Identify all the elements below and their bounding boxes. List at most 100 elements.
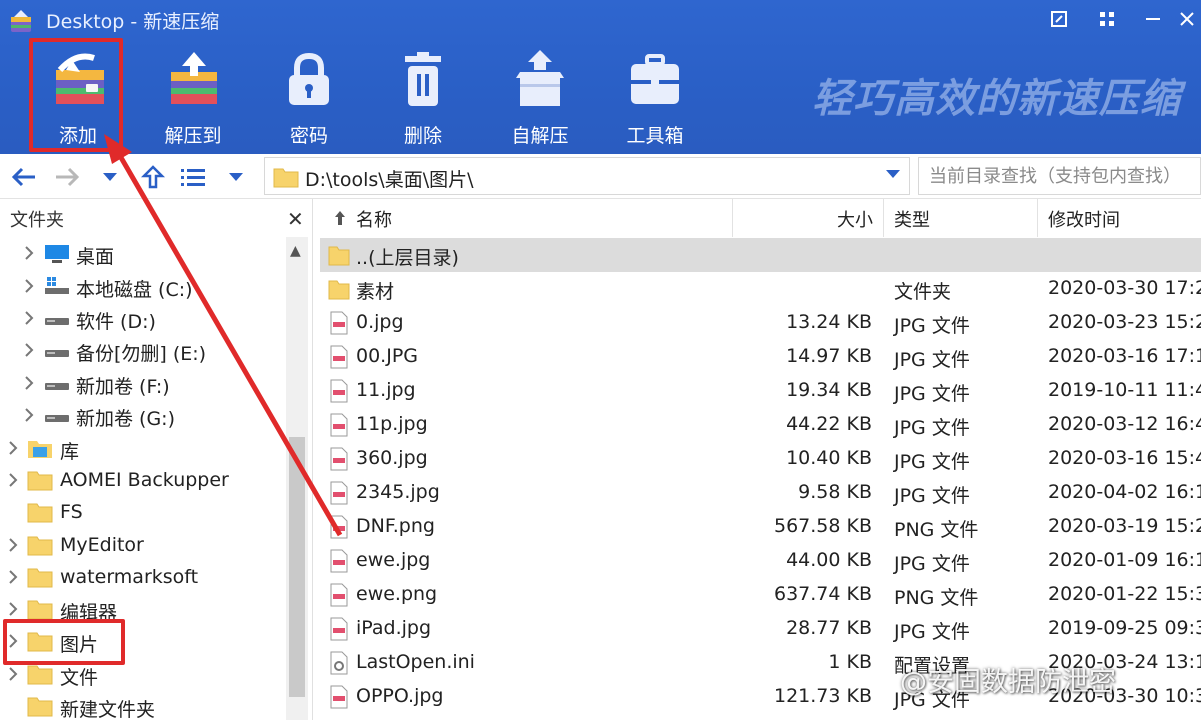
tree-item-new-folder[interactable]: 新建文件夹 [0,691,284,720]
tree-item-myeditor[interactable]: MyEditor [0,530,284,562]
tree-item-watermarksoft[interactable]: watermarksoft [0,562,284,594]
file-name: ..(上层目录) [356,247,459,269]
file-row[interactable]: ewe.png 637.74 KB PNG 文件 2020-01-22 15:3 [320,578,1201,612]
add-button[interactable]: 添加 [33,48,123,148]
view-dropdown-icon[interactable] [221,162,251,192]
history-dropdown-icon[interactable] [95,162,125,192]
file-row[interactable]: 2345.jpg 9.58 KB JPG 文件 2020-04-02 16:1 [320,476,1201,510]
file-name: 0.jpg [356,311,404,333]
grid-menu-icon[interactable] [1096,8,1118,30]
image-file-icon [330,447,348,471]
chevron-right-icon[interactable] [22,277,36,295]
folder-icon [27,665,53,685]
tree-item-editor[interactable]: 编辑器 [0,594,284,626]
file-row[interactable]: 360.jpg 10.40 KB JPG 文件 2020-03-16 15:4 [320,442,1201,476]
address-toolbar: D:\tools\桌面\图片\ [0,154,1201,199]
file-type: JPG 文件 [894,553,970,575]
file-modified: 2020-01-22 15:3 [1048,583,1201,605]
tree-item-fs[interactable]: FS [0,497,284,529]
tree-item-library[interactable]: 库 [0,433,284,465]
tree-item-drive-c[interactable]: 本地磁盘 (C:) [0,271,284,303]
file-row[interactable]: iPad.jpg 28.77 KB JPG 文件 2019-09-25 09:3 [320,612,1201,646]
tree-scrollbar-thumb[interactable] [289,437,305,697]
image-file-icon [330,549,348,573]
folder-icon [328,280,350,300]
chevron-right-icon[interactable] [22,341,36,359]
chevron-right-icon[interactable] [6,471,20,489]
chevron-right-icon[interactable] [6,439,20,457]
path-dropdown-icon[interactable] [885,168,901,180]
file-modified: 2019-10-11 11:4 [1048,379,1201,401]
chevron-right-icon[interactable] [22,374,36,392]
password-button[interactable]: 密码 [264,48,354,148]
back-arrow-icon[interactable] [9,162,39,192]
file-name: 360.jpg [356,447,428,469]
tree-item-label: 新建文件夹 [60,699,156,720]
file-type: JPG 文件 [894,315,970,337]
file-row[interactable]: DNF.png 567.58 KB PNG 文件 2020-03-19 15:2 [320,510,1201,544]
minimize-icon[interactable] [1142,8,1164,30]
up-folder-icon[interactable] [138,162,168,192]
tree-scrollbar[interactable]: ▲ [286,237,308,720]
edit-window-icon[interactable] [1048,8,1070,30]
tree-item-label: 编辑器 [60,602,118,624]
chevron-right-icon[interactable] [6,536,20,554]
file-row[interactable]: 11.jpg 19.34 KB JPG 文件 2019-10-11 11:4 [320,374,1201,408]
forward-arrow-icon[interactable] [52,162,82,192]
extract-to-button-label: 解压到 [164,125,222,147]
tree-item-aomei[interactable]: AOMEI Backupper [0,465,284,497]
tree-item-desktop[interactable]: 桌面 [0,238,284,270]
extract-to-button[interactable]: 解压到 [148,48,238,148]
chevron-right-icon[interactable] [6,665,20,683]
drive-icon [45,318,69,325]
tree-item-drive-g[interactable]: 新加卷 (G:) [0,400,284,432]
sort-up-icon [335,211,345,225]
column-header-type[interactable]: 类型 [884,199,1038,237]
tree-item-drive-e[interactable]: 备份[勿删] (E:) [0,335,284,367]
folder-icon [27,568,53,588]
column-header-name[interactable]: 名称 [320,199,733,237]
file-row[interactable]: 00.JPG 14.97 KB JPG 文件 2020-03-16 17:1 [320,340,1201,374]
chevron-right-icon[interactable] [22,406,36,424]
delete-button[interactable]: 删除 [378,48,468,148]
tree-item-drive-d[interactable]: 软件 (D:) [0,303,284,335]
list-view-icon[interactable] [178,162,208,192]
search-input[interactable] [919,158,1200,194]
tree-item-label: watermarksoft [60,566,199,588]
search-box[interactable] [918,157,1201,195]
file-row[interactable]: 素材 文件夹 2020-03-30 17:2 [320,272,1201,306]
chevron-right-icon[interactable] [6,632,20,650]
tree-item-pictures[interactable]: 图片 [0,626,284,658]
close-window-icon[interactable] [1176,8,1198,30]
close-panel-icon[interactable]: ✕ [287,207,304,231]
chevron-right-icon[interactable] [6,600,20,618]
file-row[interactable]: ewe.jpg 44.00 KB JPG 文件 2020-01-09 16:1 [320,544,1201,578]
column-header-size[interactable]: 大小 [733,199,884,237]
app-header: Desktop - 新速压缩 添加 解压到 密码 删除 自解压 工具箱 轻巧高效… [0,0,1201,154]
image-file-icon [330,617,348,641]
file-name: DNF.png [356,515,435,537]
chevron-right-icon[interactable] [6,568,20,586]
chevron-right-icon[interactable] [22,244,36,262]
folder-icon [27,632,53,652]
scroll-up-icon[interactable]: ▲ [290,243,301,259]
system-drive-icon [45,277,69,294]
tree-item-files[interactable]: 文件 [0,659,284,691]
column-header-modified[interactable]: 修改时间 [1038,199,1201,237]
tree-item-label: FS [60,501,83,523]
tree-item-label: MyEditor [60,534,144,556]
tree-item-label: 文件 [60,667,99,689]
file-name: 11p.jpg [356,413,428,435]
path-bar[interactable]: D:\tools\桌面\图片\ [264,157,910,195]
toolbox-button[interactable]: 工具箱 [610,48,700,148]
file-name: 2345.jpg [356,481,440,503]
file-type: JPG 文件 [894,451,970,473]
tree-item-drive-f[interactable]: 新加卷 (F:) [0,368,284,400]
tree-item-label: 图片 [60,634,99,656]
self-extract-button[interactable]: 自解压 [495,48,585,148]
chevron-right-icon[interactable] [22,309,36,327]
delete-button-label: 删除 [403,125,442,147]
file-row[interactable]: ..(上层目录) [320,238,1201,272]
file-row[interactable]: 11p.jpg 44.22 KB JPG 文件 2020-03-12 16:4 [320,408,1201,442]
file-row[interactable]: 0.jpg 13.24 KB JPG 文件 2020-03-23 15:2 [320,306,1201,340]
